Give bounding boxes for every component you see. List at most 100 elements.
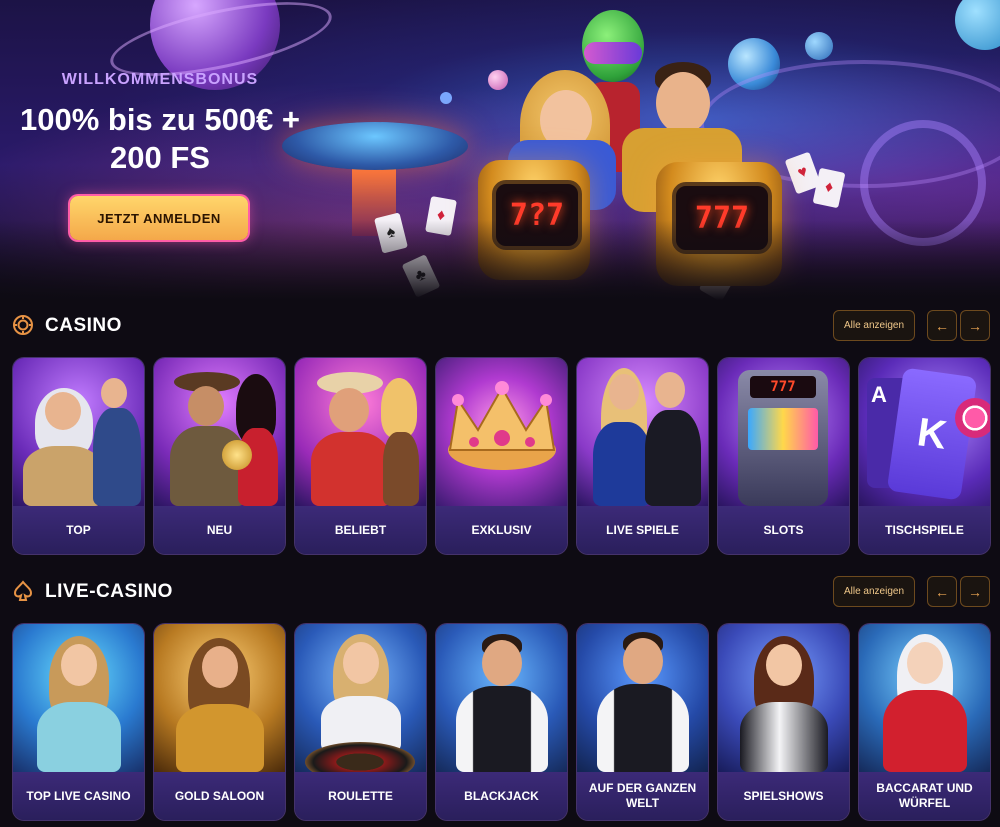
tile-label: BACCARAT UND WÜRFEL xyxy=(859,772,990,820)
woman-face xyxy=(609,374,639,410)
dealer-dress xyxy=(37,702,121,772)
dealer-art xyxy=(154,624,285,772)
tile-art-slots: 777 xyxy=(718,358,849,506)
dealer-vest xyxy=(456,686,548,772)
dealer-face xyxy=(202,646,238,688)
signup-button[interactable]: JETZT ANMELDEN xyxy=(70,196,248,240)
tile-label: SPIELSHOWS xyxy=(718,772,849,820)
zeus-face xyxy=(45,392,81,430)
casino-view-all-button[interactable]: Alle anzeigen xyxy=(833,310,915,341)
tile-label: TOP LIVE CASINO xyxy=(13,772,144,820)
promo-title-line1: 100% bis zu 500€ + xyxy=(19,102,301,137)
zeus-body xyxy=(23,446,103,506)
spade-icon xyxy=(13,580,33,601)
category-tile-live-games[interactable]: LIVE SPIELE xyxy=(576,357,709,555)
alien-goggles xyxy=(584,42,642,64)
casino-next-button[interactable]: → xyxy=(960,310,990,341)
category-tile-table-games[interactable]: A K TISCHSPIELE xyxy=(858,357,991,555)
dealer-face xyxy=(907,642,943,684)
live-casino-next-button[interactable]: → xyxy=(960,576,990,607)
live-casino-prev-button[interactable]: ← xyxy=(927,576,957,607)
dealer-dress xyxy=(883,690,967,772)
man-face xyxy=(655,372,685,408)
live-tile-blackjack[interactable]: BLACKJACK xyxy=(435,623,568,821)
casino-section-title: CASINO xyxy=(45,315,122,336)
hero-banner[interactable]: ♠ ♦ ♣ ♥ ♦ ♠ 7?7 777 WILLKOMMENSBONUS 100… xyxy=(0,0,1000,300)
arrow-right-icon: → xyxy=(968,583,982,600)
cowboy-face xyxy=(188,386,224,426)
tile-art-new xyxy=(154,358,285,506)
dealer-face xyxy=(766,644,802,686)
tile-label: ROULETTE xyxy=(295,772,426,820)
tile-label: LIVE SPIELE xyxy=(577,506,708,554)
promo-title: 100% bis zu 500€ + 200 FS xyxy=(0,101,320,177)
dealer-art xyxy=(436,624,567,772)
tile-art-top xyxy=(13,358,144,506)
dealer-art xyxy=(718,624,849,772)
planet-small xyxy=(805,32,833,60)
live-tile-worldwide[interactable]: AUF DER GANZEN WELT xyxy=(576,623,709,821)
arrow-right-icon: → xyxy=(968,317,982,334)
category-tile-top[interactable]: TOP xyxy=(12,357,145,555)
tile-art-table-games: A K xyxy=(859,358,990,506)
casino-section-header: CASINO Alle anzeigen ← → xyxy=(0,310,1000,342)
woman-hair xyxy=(381,378,417,438)
live-tile-baccarat-dice[interactable]: BACCARAT UND WÜRFEL xyxy=(858,623,991,821)
tile-label: GOLD SALOON xyxy=(154,772,285,820)
tile-art-exclusive xyxy=(436,358,567,506)
tile-label: SLOTS xyxy=(718,506,849,554)
live-tile-top-live-casino[interactable]: TOP LIVE CASINO xyxy=(12,623,145,821)
planet-pink xyxy=(488,70,508,90)
tile-label: NEU xyxy=(154,506,285,554)
promo-subtitle: WILLKOMMENSBONUS xyxy=(61,71,259,88)
live-tile-roulette[interactable]: ROULETTE xyxy=(294,623,427,821)
live-casino-section-header: LIVE-CASINO Alle anzeigen ← → xyxy=(0,576,1000,608)
category-tile-popular[interactable]: BELIEBT xyxy=(294,357,427,555)
tile-art-live-games xyxy=(577,358,708,506)
category-tile-exclusive[interactable]: EXKLUSIV xyxy=(435,357,568,555)
live-casino-section-title: LIVE-CASINO xyxy=(45,581,173,602)
woman-body xyxy=(383,432,419,506)
dealer-art xyxy=(13,624,144,772)
tile-label: TOP xyxy=(13,506,144,554)
casino-tiles: TOP NEU BELIEBT EXKLUSIV LIVE SPIELE 777… xyxy=(12,357,992,555)
chip-icon xyxy=(13,315,33,335)
live-tile-game-shows[interactable]: SPIELSHOWS xyxy=(717,623,850,821)
tile-label: AUF DER GANZEN WELT xyxy=(577,772,708,820)
arrow-left-icon: ← xyxy=(935,317,949,334)
dealer-art xyxy=(577,624,708,772)
arrow-left-icon: ← xyxy=(935,583,949,600)
planet-tiny xyxy=(440,92,452,104)
crown-icon xyxy=(448,381,556,470)
dealer-dress xyxy=(740,702,828,772)
live-casino-view-all-button[interactable]: Alle anzeigen xyxy=(833,576,915,607)
man-suit xyxy=(645,410,701,506)
category-tile-slots[interactable]: 777 SLOTS xyxy=(717,357,850,555)
dealer-face xyxy=(61,644,97,686)
tile-label: BLACKJACK xyxy=(436,772,567,820)
dealer-face xyxy=(343,642,379,684)
tile-label: TISCHSPIELE xyxy=(859,506,990,554)
woman-dress xyxy=(593,422,651,506)
slot-display: 777 xyxy=(750,376,816,398)
live-tile-gold-saloon[interactable]: GOLD SALOON xyxy=(153,623,286,821)
tile-label: BELIEBT xyxy=(295,506,426,554)
dealer-dress xyxy=(176,704,264,772)
tile-art-popular xyxy=(295,358,426,506)
live-casino-tiles: TOP LIVE CASINO GOLD SALOON ROULETTE BLA… xyxy=(12,623,992,821)
promo-title-line2: 200 FS xyxy=(110,140,210,175)
planet-edge xyxy=(955,0,1000,50)
man-suit xyxy=(93,408,141,506)
gold-coin xyxy=(222,440,252,470)
category-tile-new[interactable]: NEU xyxy=(153,357,286,555)
casino-chip xyxy=(955,398,990,438)
cowboy-shirt xyxy=(311,432,391,506)
man-face xyxy=(656,72,710,134)
dealer-vest xyxy=(597,684,689,772)
slot-reels xyxy=(748,408,818,450)
casino-prev-button[interactable]: ← xyxy=(927,310,957,341)
dealer-face xyxy=(623,638,663,684)
dealer-art xyxy=(295,624,426,782)
tile-label: EXKLUSIV xyxy=(436,506,567,554)
cowboy-face xyxy=(329,388,369,432)
